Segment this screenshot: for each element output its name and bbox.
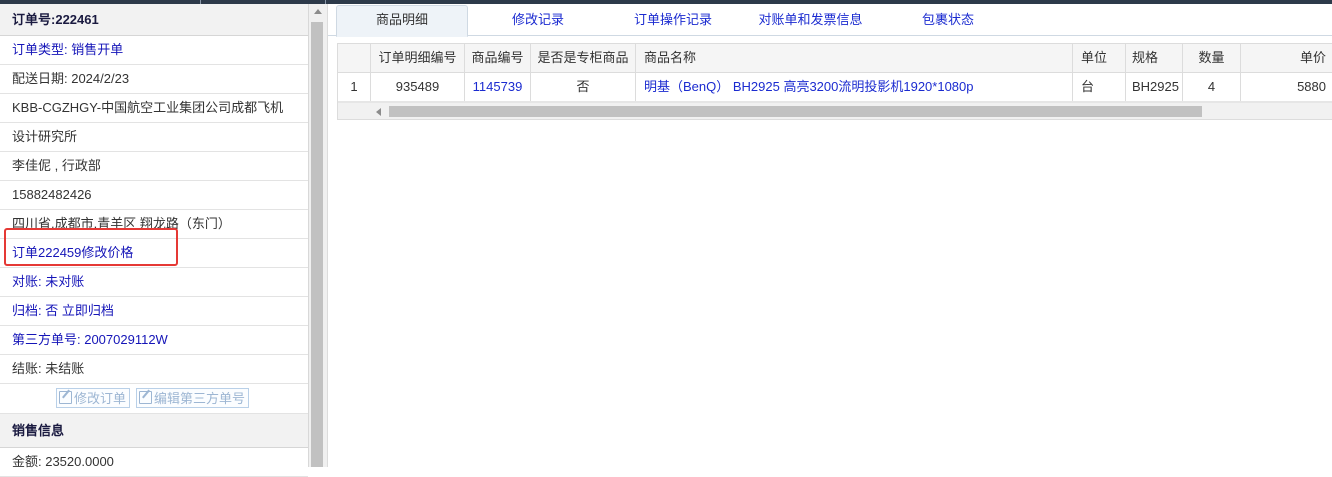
order-action-row: 修改订单 编辑第三方单号 (0, 384, 308, 414)
grid-header-row: 订单明细编号 商品编号 是否是专柜商品 商品名称 单位 规格 数量 单价 (338, 44, 1332, 73)
product-grid: 订单明细编号 商品编号 是否是专柜商品 商品名称 单位 规格 数量 单价 1 9… (337, 43, 1332, 120)
cell-counter-item: 否 (531, 73, 636, 101)
sales-info-header: 销售信息 (0, 414, 308, 448)
scroll-up-arrow-icon[interactable] (314, 9, 322, 14)
order-number-label: 订单号: (12, 12, 56, 27)
scroll-left-arrow-icon[interactable] (376, 108, 381, 116)
third-party-number: 第三方单号: 2007029112W (0, 326, 308, 355)
tab-order-operations[interactable]: 订单操作记录 (618, 6, 728, 34)
sales-amount: 金额: 23520.0000 (0, 448, 308, 477)
edit-third-party-button[interactable]: 编辑第三方单号 (136, 388, 250, 408)
col-header-detail-id[interactable]: 订单明细编号 (371, 44, 465, 72)
tab-product-details[interactable]: 商品明细 (336, 5, 468, 37)
customer-name-line1: KBB-CGZHGY-中国航空工业集团公司成都飞机 (0, 94, 308, 123)
horizontal-scrollbar-thumb[interactable] (389, 106, 1202, 117)
customer-name-line2: 设计研究所 (0, 123, 308, 152)
cell-spec: BH2925 (1126, 73, 1183, 101)
edit-icon (139, 391, 152, 404)
contact-person: 李佳伲 , 行政部 (0, 152, 308, 181)
cell-quantity: 4 (1183, 73, 1241, 101)
col-header-quantity[interactable]: 数量 (1183, 44, 1241, 72)
order-number-header: 订单号:222461 (0, 4, 308, 36)
detail-panel: 商品明细 修改记录 订单操作记录 对账单和发票信息 包裹状态 订单明细编号 商品… (328, 4, 1332, 467)
phone-number: 15882482426 (0, 181, 308, 210)
archive-status[interactable]: 归档: 否 立即归档 (0, 297, 308, 326)
cell-unit: 台 (1073, 73, 1126, 101)
reconcile-status: 对账: 未对账 (0, 268, 308, 297)
col-header-unit[interactable]: 单位 (1073, 44, 1126, 72)
edit-order-button[interactable]: 修改订单 (56, 388, 131, 408)
tab-change-log[interactable]: 修改记录 (488, 6, 588, 34)
table-row[interactable]: 1 935489 1145739 否 明基（BenQ） BH2925 高亮320… (338, 73, 1332, 102)
cell-detail-id: 935489 (371, 73, 465, 101)
cell-product-name-link[interactable]: 明基（BenQ） BH2925 高亮3200流明投影机1920*1080p (636, 73, 1073, 101)
edit-icon (59, 391, 72, 404)
cell-index: 1 (338, 73, 371, 101)
left-panel-scrollbar[interactable] (309, 4, 328, 467)
cell-product-id-link[interactable]: 1145739 (465, 73, 531, 101)
highlight-box (4, 228, 178, 266)
edit-order-label: 修改订单 (74, 391, 127, 406)
order-number-value: 222461 (55, 12, 99, 27)
tab-package-status[interactable]: 包裹状态 (903, 6, 993, 34)
edit-third-party-label: 编辑第三方单号 (154, 391, 246, 406)
grid-horizontal-scrollbar[interactable] (338, 102, 1332, 119)
col-header-product-name[interactable]: 商品名称 (636, 44, 1073, 72)
col-header-index (338, 44, 371, 72)
settlement-status: 结账: 未结账 (0, 355, 308, 384)
delivery-date: 配送日期: 2024/2/23 (0, 65, 308, 94)
col-header-counter-item[interactable]: 是否是专柜商品 (531, 44, 636, 72)
col-header-unit-price[interactable]: 单价 (1241, 44, 1332, 72)
col-header-product-id[interactable]: 商品编号 (465, 44, 531, 72)
order-type: 订单类型: 销售开单 (0, 36, 308, 65)
scrollbar-thumb[interactable] (311, 22, 323, 467)
col-header-spec[interactable]: 规格 (1126, 44, 1183, 72)
cell-unit-price: 5880 (1241, 73, 1332, 101)
tab-bar: 商品明细 修改记录 订单操作记录 对账单和发票信息 包裹状态 (328, 4, 1332, 37)
tab-statement-invoice[interactable]: 对账单和发票信息 (738, 6, 883, 34)
